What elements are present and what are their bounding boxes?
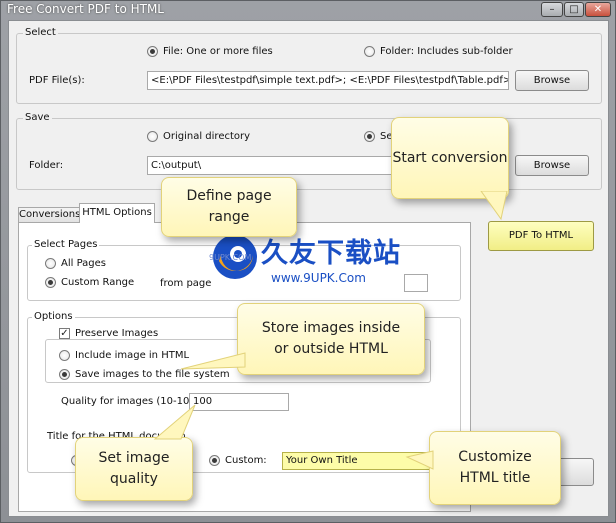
- callout-store-images-line1: Store images inside: [261, 320, 401, 336]
- callout-store-images-pointer: [181, 352, 246, 370]
- watermark-url: www.9UPK.Com: [271, 271, 366, 285]
- watermark-url-small: 9UPK.COM: [209, 253, 252, 262]
- all-pages-radio[interactable]: [45, 258, 56, 269]
- browse-files-button[interactable]: Browse: [515, 70, 589, 91]
- all-pages-label: All Pages: [61, 258, 106, 269]
- callout-image-quality-line1: Set image: [98, 450, 170, 466]
- select-pages-label: Select Pages: [32, 239, 100, 250]
- options-label: Options: [32, 311, 75, 322]
- pdf-to-html-button[interactable]: PDF To HTML: [488, 221, 594, 251]
- callout-start-conversion: Start conversion: [391, 117, 509, 199]
- custom-title-label: Custom:: [225, 455, 267, 466]
- file-radio[interactable]: [147, 46, 158, 57]
- callout-customize-title-pointer: [405, 450, 434, 470]
- file-option-label: File: One or more files: [163, 46, 273, 57]
- save-images-fs-radio[interactable]: [59, 369, 70, 380]
- folder-label: Folder:: [29, 160, 64, 171]
- callout-image-quality-pointer: [153, 404, 196, 440]
- watermark: 久友下载站 www.9UPK.Com 9UPK.COM: [209, 227, 439, 297]
- minimize-button[interactable]: –: [541, 2, 563, 17]
- callout-define-page: Define page range: [161, 177, 297, 237]
- custom-range-radio[interactable]: [45, 277, 56, 288]
- pdf-files-label: PDF File(s):: [29, 75, 85, 86]
- custom-range-label: Custom Range: [61, 277, 135, 288]
- output-folder-input[interactable]: C:\output\: [147, 156, 407, 175]
- original-directory-radio[interactable]: [147, 131, 158, 142]
- title-bar[interactable]: Free Convert PDF to HTML – □ ✕: [1, 1, 615, 19]
- callout-store-images: Store images inside or outside HTML: [237, 303, 425, 375]
- callout-store-images-line2: or outside HTML: [274, 341, 388, 357]
- callout-customize-title: Customize HTML title: [429, 431, 561, 505]
- callout-customize-title-line2: HTML title: [459, 470, 531, 486]
- preserve-images-checkbox[interactable]: ✓: [59, 328, 70, 339]
- callout-start-conversion-pointer: [480, 191, 508, 221]
- selected-folder-radio[interactable]: [364, 131, 375, 142]
- save-group-label: Save: [23, 112, 52, 123]
- callout-image-quality: Set image quality: [75, 437, 193, 501]
- select-group: [16, 33, 602, 104]
- callout-image-quality-line2: quality: [110, 471, 158, 487]
- tab-conversions[interactable]: Conversions: [18, 207, 80, 222]
- folder-radio[interactable]: [364, 46, 375, 57]
- select-group-label: Select: [23, 27, 58, 38]
- maximize-button[interactable]: □: [564, 2, 584, 17]
- callout-customize-title-line1: Customize: [458, 449, 532, 465]
- folder-option-label: Folder: Includes sub-folder: [380, 46, 513, 57]
- custom-title-radio[interactable]: [209, 455, 220, 466]
- browse-folder-button[interactable]: Browse: [515, 155, 589, 176]
- close-button[interactable]: ✕: [585, 2, 611, 17]
- callout-start-conversion-text: Start conversion: [392, 149, 508, 166]
- callout-define-page-line1: Define page: [186, 188, 272, 204]
- original-directory-label: Original directory: [163, 131, 251, 142]
- preserve-images-label: Preserve Images: [75, 328, 159, 339]
- window-title: Free Convert PDF to HTML: [7, 2, 164, 16]
- save-group: [16, 118, 602, 190]
- pdf-files-input[interactable]: <E:\PDF Files\testpdf\simple text.pdf>; …: [147, 71, 509, 90]
- from-page-label: from page: [160, 278, 212, 289]
- app-window: Free Convert PDF to HTML – □ ✕ Select Fi…: [0, 0, 616, 523]
- tab-html-options[interactable]: HTML Options: [79, 203, 155, 223]
- callout-define-page-line2: range: [208, 209, 250, 225]
- image-quality-input[interactable]: 100: [189, 393, 289, 411]
- include-image-html-label: Include image in HTML: [75, 350, 190, 361]
- include-image-html-radio[interactable]: [59, 350, 70, 361]
